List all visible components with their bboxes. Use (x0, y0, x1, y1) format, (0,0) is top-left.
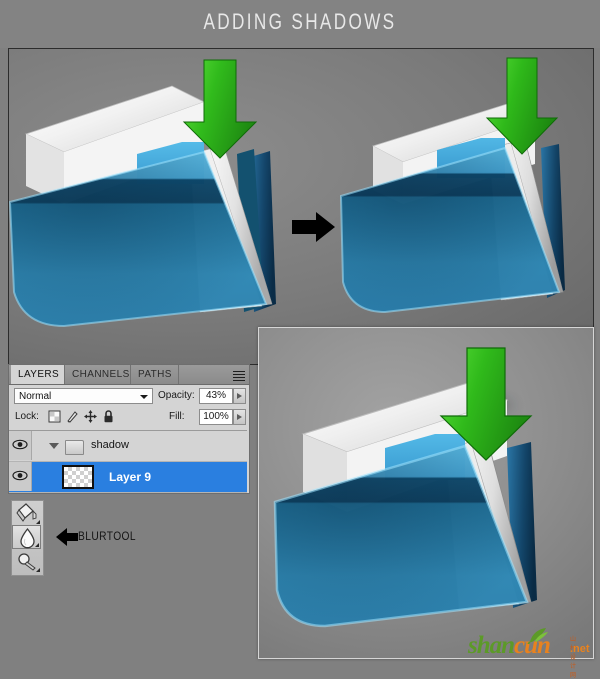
tool-expand-corner-icon (36, 568, 40, 572)
page-header: ADDING SHADOWS (0, 0, 600, 48)
opacity-label: Opacity: (158, 390, 195, 401)
folder-icon-before (9, 54, 304, 354)
folder-after-graphic (339, 57, 565, 314)
blend-mode-value: Normal (19, 391, 52, 402)
chevron-down-icon (140, 395, 148, 399)
watermark-shan: shan (468, 632, 515, 659)
table-row[interactable]: shadow (9, 431, 247, 462)
layers-list: shadow Layer 9 (9, 430, 247, 493)
tool-expand-corner-icon (36, 520, 40, 524)
lock-label: Lock: (15, 411, 39, 422)
tab-paths[interactable]: PATHS (131, 365, 179, 384)
eye-icon (12, 439, 28, 450)
blend-mode-select[interactable]: Normal (14, 388, 153, 404)
fill-label: Fill: (169, 411, 185, 422)
detail-preview-graphic (273, 347, 537, 628)
folder-before-graphic (9, 59, 276, 328)
folder-icon-after (329, 54, 593, 354)
tab-channels[interactable]: CHANNELS (65, 365, 131, 384)
opacity-input[interactable]: 43% (199, 388, 233, 404)
eye-icon (12, 470, 28, 481)
lock-fill-row: Lock: Fill: 100% (9, 406, 249, 429)
tool-expand-corner-icon (35, 543, 39, 547)
watermark-domain: .net (570, 643, 590, 655)
photoshop-canvas (8, 48, 594, 365)
leaf-icon (526, 626, 552, 645)
tool-strip (11, 500, 44, 576)
stepper-caret-icon (237, 414, 242, 420)
tab-layers[interactable]: LAYERS (11, 365, 65, 384)
blur-tool[interactable] (12, 525, 41, 549)
fill-input[interactable]: 100% (199, 409, 233, 425)
panel-tab-bar: LAYERS CHANNELS PATHS (9, 365, 249, 385)
panel-menu-icon[interactable] (229, 369, 245, 381)
watermark-cn-text: 山村设计网 (570, 637, 577, 679)
chevron-down-icon[interactable] (49, 443, 59, 449)
layer-name: Layer 9 (109, 470, 152, 484)
watermark: shancun 山村设计网 .net (468, 628, 590, 679)
dodge-tool[interactable] (12, 549, 41, 573)
layer-visibility-toggle[interactable] (9, 431, 32, 460)
blur-tool-callout-label: BLURTOOL (78, 529, 137, 543)
lock-transparent-pixels-icon[interactable] (47, 409, 62, 424)
lock-all-icon[interactable] (101, 409, 116, 424)
left-pointing-arrow (56, 527, 78, 547)
page-title: ADDING SHADOWS (203, 9, 397, 34)
blend-opacity-row: Normal Opacity: 43% (9, 385, 249, 406)
fill-stepper[interactable] (233, 409, 246, 425)
paint-bucket-tool[interactable] (12, 501, 41, 525)
layer-visibility-toggle[interactable] (9, 462, 32, 491)
lock-image-pixels-icon[interactable] (65, 409, 80, 424)
table-row[interactable]: Layer 9 (9, 462, 247, 493)
opacity-stepper[interactable] (233, 388, 246, 404)
detail-preview (258, 327, 594, 659)
layers-panel: LAYERS CHANNELS PATHS Normal Opacity: 43… (8, 364, 250, 494)
lock-position-icon[interactable] (83, 409, 98, 424)
layer-name: shadow (91, 439, 129, 451)
stepper-caret-icon (237, 393, 242, 399)
folder-group-icon (65, 440, 84, 455)
layer-thumbnail[interactable] (62, 465, 94, 489)
